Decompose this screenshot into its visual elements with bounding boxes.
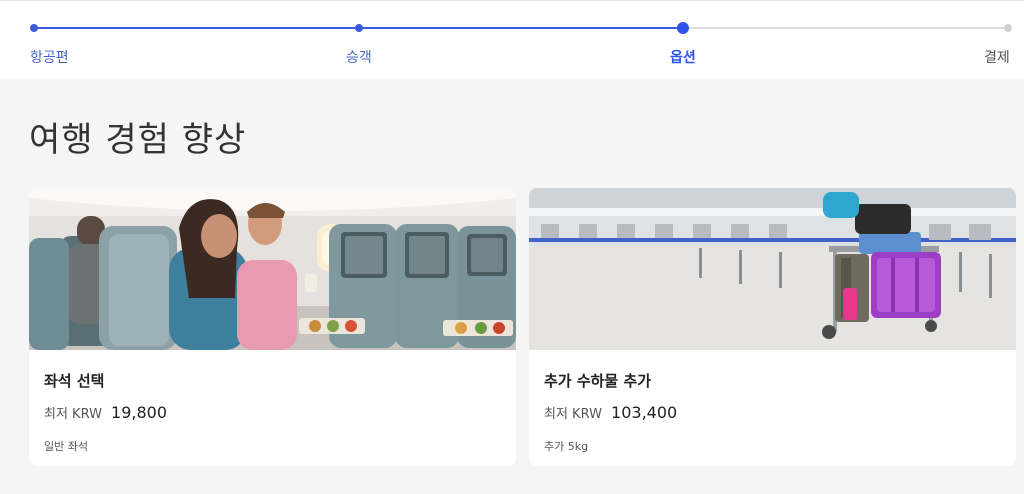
step-dot-options — [677, 22, 689, 34]
seat-price-prefix: 최저 KRW — [44, 407, 102, 422]
baggage-price-value: 103,400 — [611, 403, 678, 422]
airport-luggage-image — [529, 188, 1016, 350]
step-passenger[interactable]: 승객 — [346, 47, 372, 67]
step-dot-passenger[interactable] — [355, 24, 363, 32]
baggage-price-prefix: 최저 KRW — [544, 407, 602, 422]
step-dot-payment — [1004, 24, 1012, 32]
seat-selection-card[interactable]: 좌석 선택 최저 KRW 19,800 일반 좌석 — [29, 188, 516, 466]
baggage-note: 추가 5kg — [544, 440, 589, 453]
step-flight[interactable]: 항공편 — [30, 47, 69, 67]
extra-baggage-card[interactable]: 추가 수하물 추가 최저 KRW 103,400 추가 5kg — [529, 188, 1016, 466]
booking-stepper: 항공편 승객 옵션 결제 — [0, 0, 1024, 79]
step-dot-flight[interactable] — [30, 24, 38, 32]
seat-selection-title: 좌석 선택 — [44, 372, 105, 390]
extra-baggage-title: 추가 수하물 추가 — [544, 372, 652, 390]
step-payment: 결제 — [984, 50, 1010, 66]
airplane-cabin-image — [29, 188, 516, 350]
page-title: 여행 경험 향상 — [29, 120, 247, 160]
stepper-remaining-line — [683, 27, 1008, 29]
seat-price-value: 19,800 — [111, 403, 168, 422]
seat-price: 최저 KRW 19,800 — [44, 403, 167, 422]
baggage-price: 최저 KRW 103,400 — [544, 403, 677, 422]
step-options: 옵션 — [670, 50, 696, 66]
seat-note: 일반 좌석 — [44, 440, 88, 453]
